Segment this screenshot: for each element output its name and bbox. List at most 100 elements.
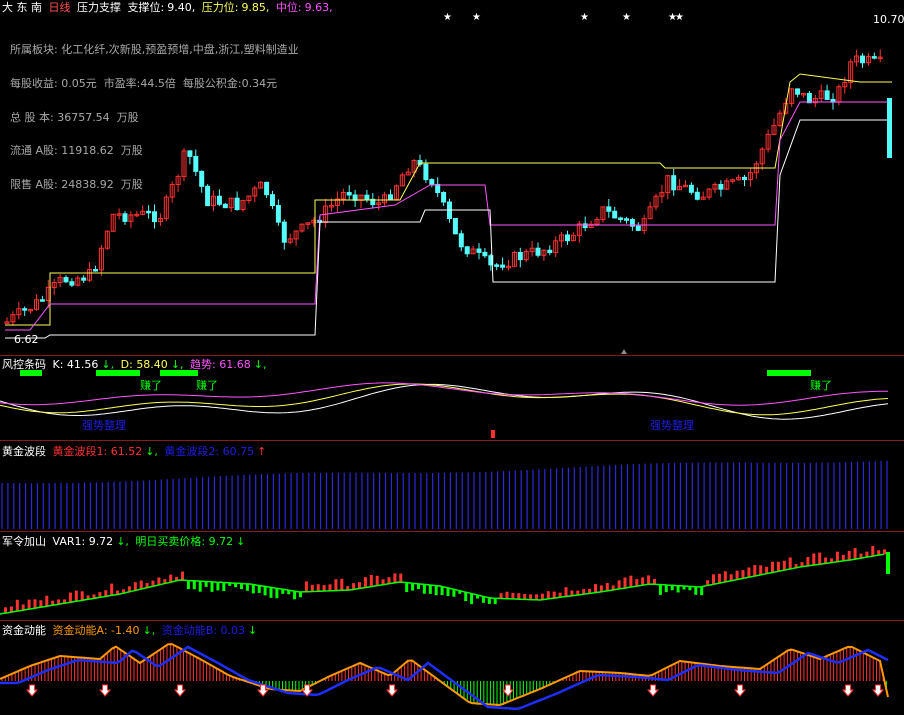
candle-body (582, 223, 588, 229)
army-bar (310, 584, 314, 592)
candle-body (275, 204, 281, 223)
buy-arrow-icon (98, 684, 112, 697)
kdj-chart[interactable] (0, 356, 904, 440)
army-bar (776, 561, 780, 572)
army-bar (499, 593, 503, 599)
army-bar (641, 577, 645, 586)
army-bar (835, 551, 839, 562)
zone-label-2: 强势整理 (650, 419, 694, 432)
signal-star-icon: ★ (580, 12, 589, 23)
buy-arrow-icon (841, 684, 855, 697)
army-bar (322, 585, 326, 592)
army-bar (74, 590, 78, 602)
fund-momentum-chart[interactable] (0, 621, 904, 715)
candle-body (435, 183, 441, 194)
army-bar (275, 588, 279, 599)
candlestick-chart[interactable]: ★ ★ ★ ★ ★★ (0, 0, 904, 355)
army-bar (27, 599, 31, 610)
price-panel[interactable]: 大 东 南 日线 压力支撑 支撑位: 9.40, 压力位: 9.85, 中位: 9.6… (0, 0, 904, 355)
golden-band-panel[interactable]: 黄金波段 黄金波段1: 61.52 ↓, 黄金波段2: 60.75 ↑ (0, 441, 904, 531)
army-bar (428, 584, 432, 594)
candle-body (500, 264, 506, 268)
candle-body (860, 55, 865, 64)
army-bar (847, 551, 851, 561)
army-bar (771, 561, 774, 573)
candle-body (635, 225, 641, 231)
candle-body (718, 183, 724, 190)
army-bar (747, 567, 751, 578)
army-bar (68, 592, 72, 603)
buy-arrow-icon (385, 684, 399, 697)
army-bar (269, 587, 273, 598)
pressure-line (5, 73, 892, 326)
army-bar (251, 584, 255, 594)
army-bar (806, 557, 810, 567)
army-bar (594, 584, 597, 593)
army-bar (647, 575, 651, 585)
army-bar (871, 545, 875, 557)
golden-band-chart[interactable] (0, 441, 904, 531)
buy-arrow-icon (646, 684, 660, 697)
army-bar (723, 571, 727, 583)
signal-bar (160, 370, 198, 376)
army-bar (316, 584, 320, 592)
army-bar (605, 582, 609, 592)
candle-body (535, 247, 541, 256)
army-bar (617, 580, 621, 590)
army-bar (759, 565, 763, 576)
candle-body (388, 194, 393, 200)
candle-body (234, 197, 240, 211)
signal-label-1: 赚了 (140, 379, 162, 392)
army-bar (629, 575, 633, 588)
army-bar (664, 584, 668, 593)
army-bar (340, 578, 344, 591)
candle-body (517, 251, 523, 261)
army-bar (782, 560, 786, 571)
candle-body (458, 233, 464, 248)
candle-body (612, 210, 618, 219)
army-bar (812, 553, 816, 566)
army-bar (363, 577, 367, 588)
risk-panel[interactable]: 风控条码 K: 41.56 ↓, D: 58.40 ↓, 趋势: 61.68 ↓, 赚… (0, 356, 904, 440)
army-bar (328, 584, 332, 591)
candle-body (795, 88, 801, 95)
candle-body (824, 90, 830, 100)
signal-bar (96, 370, 140, 376)
signal-label-2: 赚了 (196, 379, 218, 392)
army-bar (853, 548, 857, 560)
k-line (0, 383, 889, 420)
army-bar (712, 574, 715, 585)
candle-body (193, 155, 199, 172)
army-bar (186, 580, 190, 590)
candle-body (547, 249, 553, 254)
candle-body (205, 185, 211, 207)
army-bar (434, 585, 438, 596)
candle-body (270, 194, 275, 206)
buy-arrow-icon (173, 684, 187, 697)
fund-momentum-panel[interactable]: 资金动能 资金动能A: -1.40 ↓, 资金动能B: 0.03 ↓ (0, 621, 904, 715)
candle-body (671, 175, 677, 191)
army-bar (45, 595, 49, 607)
army-bar (181, 571, 184, 581)
candle-body (565, 234, 570, 242)
candle-body (606, 206, 612, 212)
candle-body (364, 194, 370, 200)
army-bar (334, 579, 338, 591)
army-bar (546, 591, 550, 600)
army-bar (523, 593, 527, 600)
army-chart[interactable] (0, 532, 904, 620)
army-bar (529, 594, 533, 600)
army-bar (399, 573, 403, 583)
army-bar (818, 552, 822, 565)
army-bar (222, 582, 226, 592)
army-bar (33, 599, 37, 609)
army-bar (700, 586, 704, 596)
candle-body (694, 191, 700, 200)
army-bar (741, 570, 745, 579)
candle-body (494, 264, 500, 267)
signal-star-icon: ★ (472, 12, 481, 23)
army-panel[interactable]: 军令加山 VAR1: 9.72 ↓, 明日买卖价格: 9.72 ↓ (0, 532, 904, 620)
signal-label-3: 赚了 (810, 379, 832, 392)
last-candle (887, 98, 892, 158)
army-bar (788, 557, 792, 570)
